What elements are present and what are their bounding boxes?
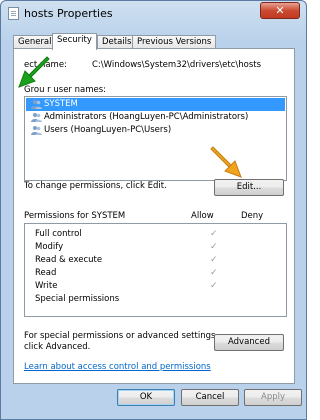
orange-arrow-icon (210, 146, 242, 178)
tab-previous-versions[interactable]: Previous Versions (132, 35, 217, 49)
group-name: Users (HoangLuyen-PC\Users) (44, 125, 172, 135)
title-bar: hosts Properties ✕ (1, 1, 306, 27)
allow-check-icon: ✓ (210, 255, 218, 265)
edit-instructions: To change permissions, click Edit. (24, 181, 167, 191)
permissions-list: Full control ✓ Modify ✓ Read & execute ✓… (24, 223, 287, 317)
group-item-system[interactable]: SYSTEM (26, 98, 285, 111)
group-name: SYSTEM (44, 99, 78, 109)
allow-check-icon: ✓ (210, 268, 218, 278)
permission-name: Full control (35, 229, 82, 239)
advanced-button[interactable]: Advanced (214, 334, 284, 351)
users-icon (31, 100, 42, 109)
permission-name: Read & execute (35, 255, 103, 265)
allow-column-header: Allow (191, 211, 214, 221)
groups-listbox[interactable]: SYSTEM Administrators (HoangLuyen-PC\Adm… (24, 96, 287, 181)
permission-row: Read ✓ (25, 267, 286, 279)
cancel-button[interactable]: Cancel (181, 389, 239, 406)
apply-button[interactable]: Apply (244, 389, 302, 406)
permission-row: Modify ✓ (25, 241, 286, 253)
green-arrow-icon (18, 56, 50, 88)
group-item-administrators[interactable]: Administrators (HoangLuyen-PC\Administra… (26, 111, 285, 124)
group-item-users[interactable]: Users (HoangLuyen-PC\Users) (26, 124, 285, 137)
permission-name: Special permissions (35, 294, 120, 304)
permission-row: Special permissions (25, 293, 286, 305)
allow-check-icon: ✓ (210, 229, 218, 239)
allow-check-icon: ✓ (210, 281, 218, 291)
object-name-value: C:\Windows\System32\drivers\etc\hosts (92, 60, 262, 70)
edit-button[interactable]: Edit... (214, 179, 284, 196)
properties-window: hosts Properties ✕ General Security Deta… (0, 0, 307, 420)
allow-check-icon: ✓ (210, 242, 218, 252)
users-icon (31, 113, 42, 122)
permission-row: Full control ✓ (25, 228, 286, 240)
permission-name: Read (35, 268, 57, 278)
window-title: hosts Properties (24, 7, 113, 20)
permission-name: Write (35, 281, 58, 291)
deny-column-header: Deny (241, 211, 264, 221)
ok-button[interactable]: OK (117, 389, 175, 406)
permissions-label: Permissions for SYSTEM (24, 211, 126, 221)
advanced-instructions: For special permissions or advanced sett… (24, 331, 219, 352)
permission-name: Modify (35, 242, 64, 252)
tab-security[interactable]: Security (52, 33, 97, 50)
tab-details[interactable]: Details (97, 35, 137, 49)
close-button[interactable]: ✕ (260, 2, 300, 19)
permission-row: Write ✓ (25, 280, 286, 292)
security-panel: ect name: C:\Windows\System32\drivers\et… (13, 48, 295, 384)
users-icon (31, 126, 42, 135)
group-name: Administrators (HoangLuyen-PC\Administra… (44, 112, 249, 122)
permission-row: Read & execute ✓ (25, 254, 286, 266)
tab-general[interactable]: General (13, 35, 57, 49)
document-icon (8, 7, 19, 20)
learn-more-link[interactable]: Learn about access control and permissio… (24, 362, 211, 372)
